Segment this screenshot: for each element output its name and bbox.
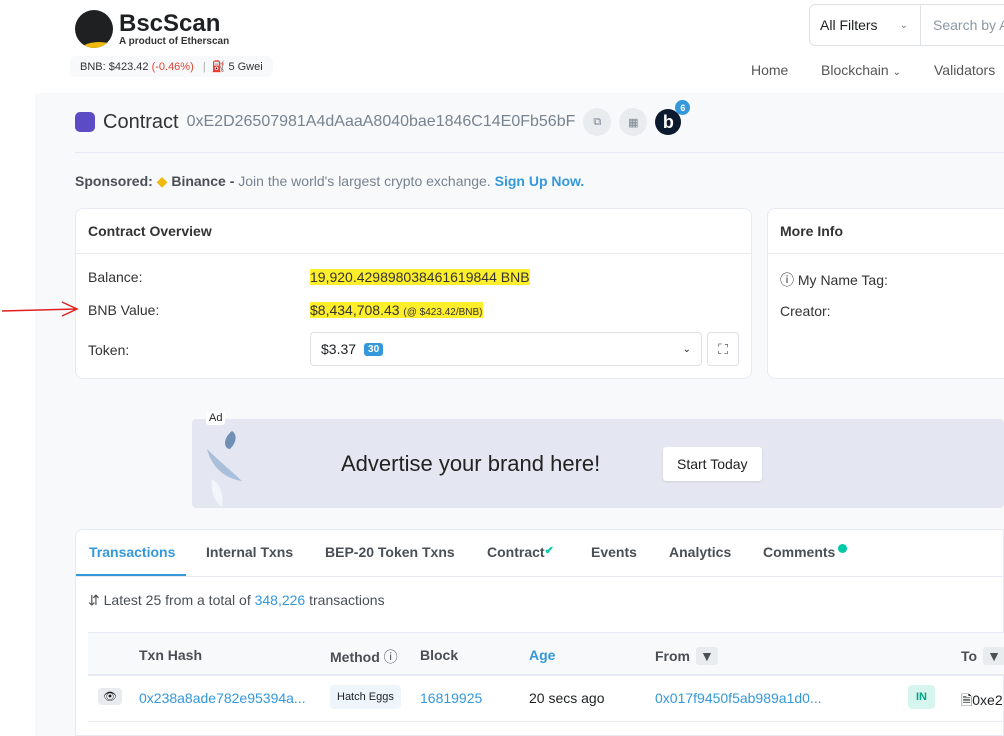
annotation-arrow [1, 301, 79, 317]
to-address[interactable]: 🗎0xe2 [961, 690, 1003, 714]
col-method-label: Method [330, 649, 380, 665]
page-title: Contract 0xE2D26507981A4dAaaA8040bae1846… [75, 100, 691, 136]
leaf-logo-icon [207, 431, 242, 507]
filter-icon[interactable]: ▼ [696, 647, 718, 665]
bnb-value-label: BNB Value: [88, 302, 160, 318]
contract-overview-card: Contract Overview Balance: 19,920.429898… [75, 208, 752, 379]
ad-banner[interactable]: Ad Advertise your brand here! Start Toda… [192, 411, 1004, 508]
method-badge: Hatch Eggs [330, 685, 401, 709]
age: 20 secs ago [529, 690, 605, 706]
sign-up-link[interactable]: Sign Up Now. [495, 173, 585, 189]
to-address-text: 0xe2 [972, 692, 1003, 708]
search-input[interactable]: Search by Address [921, 4, 1004, 46]
tab-transactions[interactable]: Transactions [89, 544, 175, 560]
bnb-rate: (@ $423.42/BNB) [403, 307, 483, 318]
help-icon: ⓘ [780, 272, 794, 288]
gas-price[interactable]: 5 Gwei [228, 61, 262, 73]
gas-icon: ⛽ [211, 61, 226, 73]
col-block: Block [420, 647, 459, 663]
txn-hash-link[interactable]: 0x238a8ade782e95394a... [139, 690, 306, 706]
chevron-down-icon: ⌄ [892, 67, 901, 78]
contract-avatar-icon [75, 112, 95, 132]
chevron-down-icon: ⌄ [899, 19, 908, 31]
card-title: Contract Overview [76, 209, 751, 254]
table-header: Txn Hash Method ⓘ Block Age From ▼ To ▼ [88, 632, 1004, 676]
tab-analytics[interactable]: Analytics [669, 544, 731, 560]
name-tag-label: My Name Tag: [797, 272, 888, 288]
direction-badge: IN [908, 685, 935, 709]
col-to: To ▼ [961, 647, 1004, 665]
token-holdings-dropdown[interactable]: $3.37 30 ⌄ [310, 332, 702, 366]
nav-blockchain[interactable]: Blockchain ⌄ [821, 62, 901, 78]
divider [75, 152, 1004, 153]
sort-icon: ⇵ [88, 592, 100, 608]
sponsored-label: Sponsored: [75, 173, 153, 189]
tab-contract[interactable]: Contract✔ [487, 544, 554, 560]
col-to-label: To [961, 648, 978, 664]
filter-label: All Filters [820, 17, 878, 33]
sponsor-name: Binance - [171, 173, 235, 189]
copy-icon[interactable]: ⧉ [583, 108, 612, 136]
txn-total-link[interactable]: 348,226 [255, 592, 306, 608]
tab-contract-label: Contract [487, 544, 545, 560]
tab-events[interactable]: Events [591, 544, 637, 560]
start-today-button[interactable]: Start Today [663, 447, 762, 481]
binance-logo-icon: ◆ [156, 173, 168, 189]
logo[interactable]: BscScan A product of Etherscan [75, 10, 229, 48]
price-bar: BNB: $423.42 (-0.46%) | ⛽ 5 Gwei [70, 56, 273, 77]
balance-value: 19,920.429898038461619844 BNB [310, 269, 530, 285]
expand-icon[interactable]: ⛶ [707, 332, 739, 366]
balance-label: Balance: [88, 269, 143, 285]
verified-check-icon: ✔ [544, 545, 554, 557]
sponsored-banner: Sponsored: ◆ Binance - Join the world's … [75, 173, 584, 190]
bnb-price: BNB: $423.42 [80, 61, 149, 73]
info-icon[interactable]: ⓘ [384, 649, 398, 665]
col-txn-hash: Txn Hash [139, 647, 203, 663]
sponsor-text: Join the world's largest crypto exchange… [238, 173, 491, 189]
transactions-panel: Transactions Internal Txns BEP-20 Token … [75, 529, 1004, 736]
brand-name: BscScan [119, 9, 221, 37]
blockscan-chat-button[interactable]: b6 [655, 100, 691, 135]
col-from-label: From [655, 648, 690, 664]
tab-comments[interactable]: Comments [763, 544, 848, 560]
card-title: More Info [768, 209, 1004, 254]
summary-suffix: transactions [309, 592, 385, 608]
ad-tag: Ad [206, 411, 226, 425]
title-label: Contract [103, 110, 179, 133]
token-count-badge: 30 [364, 342, 384, 356]
new-dot-icon [838, 544, 848, 553]
blockscan-letter: b [662, 111, 674, 132]
from-address-link[interactable]: 0x017f9450f5ab989a1d0... [655, 690, 822, 706]
contract-address: 0xE2D26507981A4dAaaA8040bae1846C14E0Fb56… [186, 113, 576, 130]
search-filter-select[interactable]: All Filters ⌄ [809, 4, 921, 46]
brand-tagline: A product of Etherscan [119, 35, 230, 47]
tab-bep20-token-txns[interactable]: BEP-20 Token Txns [325, 544, 455, 560]
divider [76, 576, 1004, 577]
block-link[interactable]: 16819925 [420, 690, 482, 706]
eye-icon[interactable]: 👁 [98, 688, 122, 705]
tab-internal-txns[interactable]: Internal Txns [206, 544, 293, 560]
qr-code-icon[interactable]: ▦ [619, 108, 648, 136]
bscscan-logo-icon [75, 10, 113, 48]
nav-blockchain-label: Blockchain [821, 62, 889, 78]
chevron-down-icon: ⌄ [682, 343, 691, 355]
contract-file-icon: 🗎 [961, 692, 973, 708]
creator-label: Creator: [780, 303, 831, 319]
col-from: From ▼ [655, 647, 718, 665]
token-label: Token: [88, 342, 130, 358]
col-method: Method ⓘ [330, 647, 398, 667]
txn-summary: ⇵ Latest 25 from a total of 348,226 tran… [88, 592, 385, 609]
nav-home[interactable]: Home [751, 62, 788, 78]
bnb-value: $8,434,708.43 [310, 302, 400, 318]
bnb-change: (-0.46%) [151, 61, 194, 73]
tab-comments-label: Comments [763, 544, 836, 560]
summary-prefix: Latest 25 from a total of [103, 592, 251, 608]
nav-validators[interactable]: Validators [934, 62, 995, 78]
filter-icon[interactable]: ▼ [983, 647, 1004, 665]
table-row: 👁 0x238a8ade782e95394a... Hatch Eggs 168… [88, 676, 1004, 722]
token-value: $3.37 [321, 341, 357, 357]
more-info-card: More Info ⓘ My Name Tag: Creator: [767, 208, 1004, 379]
col-age[interactable]: Age [529, 647, 555, 663]
ad-text: Advertise your brand here! [341, 451, 601, 476]
